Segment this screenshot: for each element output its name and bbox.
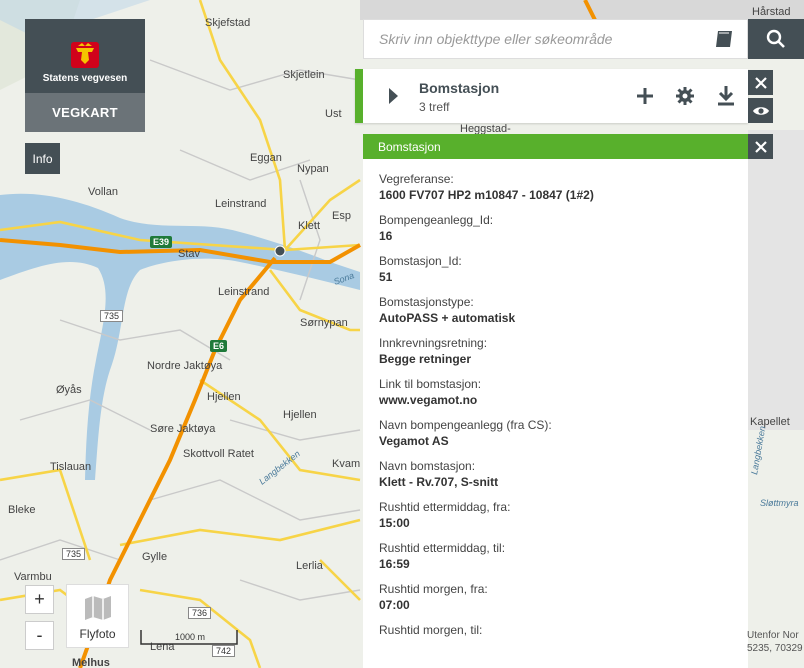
map-icon <box>84 596 111 620</box>
map-place-label: Skottvoll Ratet <box>183 448 254 460</box>
close-icon <box>754 140 767 153</box>
detail-fields: Vegreferanse: 1600 FV707 HP2 m10847 - 10… <box>363 159 748 638</box>
field-navn-bompengeanlegg: Navn bompengeanlegg (fra CS): Vegamot AS <box>379 418 552 448</box>
toggle-visibility-button[interactable] <box>748 98 773 123</box>
search-bar <box>363 19 748 59</box>
map-place-label: Leinstrand <box>215 198 266 210</box>
road-shield: E6 <box>210 340 228 352</box>
result-title: Bomstasjon <box>419 80 500 96</box>
gear-icon[interactable] <box>676 87 694 105</box>
vegkart-button[interactable]: VEGKART <box>25 93 145 132</box>
field-navn-bomstasjon: Navn bomstasjon: Klett - Rv.707, S-snitt <box>379 459 499 489</box>
map-place-label: Skjetlein <box>283 69 325 81</box>
map-place-label: Eggan <box>250 152 282 164</box>
map-place-label: Søre Jaktøya <box>150 423 216 435</box>
lion-crest-icon <box>71 42 99 68</box>
agency-logo[interactable]: Statens vegvesen <box>25 19 145 93</box>
field-bompengeanlegg-id: Bompengeanlegg_Id: 16 <box>379 213 494 243</box>
map-place-label: Lerlia <box>296 560 324 572</box>
field-bomstasjon-id: Bomstasjon_Id: 51 <box>379 254 462 284</box>
map-place-label: Leinstrand <box>218 286 269 298</box>
result-count: 3 treff <box>419 100 450 114</box>
field-rushtid-ettermiddag-fra: Rushtid ettermiddag, fra: 15:00 <box>379 500 511 530</box>
map-place-label: Hårstad <box>752 6 791 18</box>
map-place-label: Ust <box>325 108 342 120</box>
field-vegreferanse: Vegreferanse: 1600 FV707 HP2 m10847 - 10… <box>379 172 594 202</box>
map-place-label: Øyås <box>56 384 82 396</box>
map-place-label: Stav <box>178 248 201 260</box>
flyfoto-label: Flyfoto <box>79 627 116 641</box>
search-icon <box>766 29 785 48</box>
field-link: Link til bomstasjon: www.vegamot.no <box>379 377 482 407</box>
map-place-label: Nordre Jaktøya <box>147 360 223 372</box>
map-place-label: Sløttmyra <box>760 498 799 508</box>
road-shield: 735 <box>100 310 124 322</box>
coordinate-readout: 5235, 70329 <box>747 643 803 654</box>
field-rushtid-morgen-til: Rushtid morgen, til: <box>379 623 483 637</box>
map-place-label: Tislauan <box>50 461 91 473</box>
map-place-label: Klett <box>298 220 320 232</box>
field-rushtid-morgen-fra: Rushtid morgen, fra: 07:00 <box>379 582 488 612</box>
field-bomstasjonstype: Bomstasjonstype: AutoPASS + automatisk <box>379 295 516 325</box>
field-rushtid-ettermiddag-til: Rushtid ettermiddag, til: 16:59 <box>379 541 506 571</box>
map-place-label: Gylle <box>142 551 167 563</box>
map-place-label: Hjellen <box>283 409 317 421</box>
toll-station-marker[interactable] <box>274 245 286 257</box>
road-shield: 735 <box>62 548 86 560</box>
field-innkrevningsretning: Innkrevningsretning: Begge retninger <box>379 336 488 366</box>
map-place-label: Hjellen <box>207 391 241 403</box>
zoom-in-button[interactable]: + <box>25 585 54 614</box>
map-place-label: Skjefstad <box>205 17 250 29</box>
add-icon[interactable] <box>635 86 655 106</box>
close-results-button[interactable] <box>748 70 773 95</box>
book-icon[interactable] <box>709 24 739 54</box>
eye-icon <box>752 106 769 115</box>
info-button[interactable]: Info <box>25 143 60 174</box>
search-button[interactable] <box>748 19 804 59</box>
map-place-label: Vollan <box>88 186 118 198</box>
map-place-label: Nypan <box>297 163 329 175</box>
map-place-label: Esp <box>332 210 351 222</box>
close-icon <box>754 76 767 89</box>
map-attribution: Utenfor Nor <box>747 630 799 641</box>
download-icon[interactable] <box>716 85 736 107</box>
flyfoto-toggle-button[interactable]: Flyfoto <box>66 584 129 648</box>
expand-triangle-icon[interactable] <box>387 87 399 105</box>
close-detail-button[interactable] <box>748 134 773 159</box>
map-place-label: Melhus <box>72 657 110 668</box>
agency-name: Statens vegvesen <box>42 73 128 84</box>
detail-panel: Bomstasjon Vegreferanse: 1600 FV707 HP2 … <box>363 134 748 668</box>
map-place-label: Kvam <box>332 458 360 470</box>
detail-panel-title: Bomstasjon <box>363 134 748 159</box>
road-shield: 736 <box>188 607 212 619</box>
map-place-label: Sørnypan <box>300 317 348 329</box>
map-place-label: Kapellet <box>750 416 790 428</box>
zoom-out-button[interactable]: - <box>25 621 54 650</box>
map-place-label: Bleke <box>8 504 36 516</box>
search-input[interactable] <box>364 20 709 58</box>
road-shield: 742 <box>212 645 236 657</box>
map-place-label: Varmbu <box>14 571 52 583</box>
road-shield: E39 <box>150 236 173 248</box>
scale-label: 1000 m <box>175 632 206 642</box>
result-header[interactable]: Bomstasjon 3 treff <box>355 69 748 123</box>
